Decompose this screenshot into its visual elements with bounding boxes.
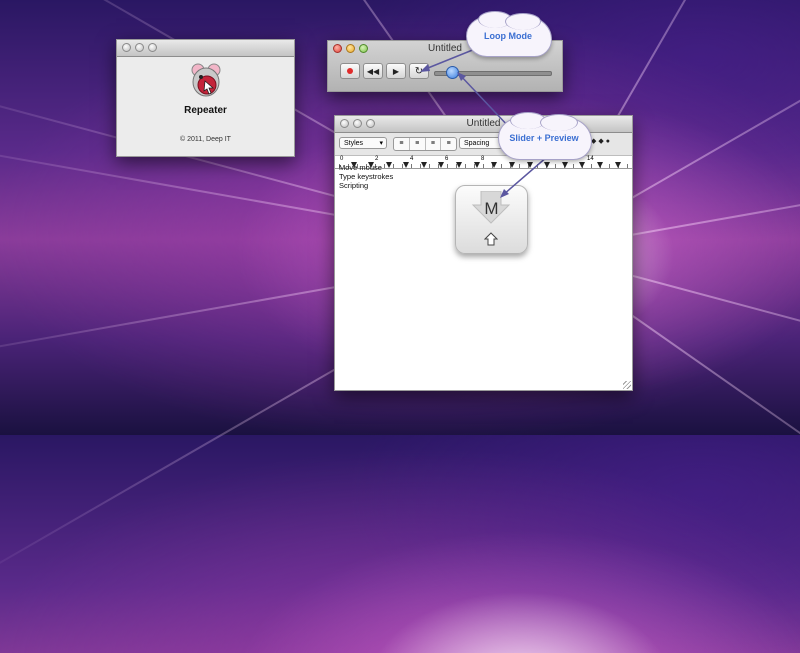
about-window: Repeater © 2011, Deep IT [116,39,295,157]
align-left-icon[interactable]: ≡ [394,138,410,150]
rewind-icon: ◀◀ [366,66,380,76]
ruler-number: 4 [410,156,414,162]
loop-button[interactable]: ↻ [409,63,429,79]
rewind-button[interactable]: ◀◀ [363,63,383,79]
record-button[interactable] [340,63,360,79]
align-justify-icon[interactable]: ≡ [441,138,456,150]
ruler-number: 6 [445,156,449,162]
ruler-number: 8 [481,156,485,162]
styles-dropdown[interactable]: Styles ▾ [339,137,387,149]
text-line: Move mouse [339,163,382,172]
timeline-slider-knob[interactable] [446,66,459,79]
ruler-number: 0 [340,156,344,162]
slider-preview-label: Slider + Preview [509,133,579,143]
loop-icon: ↻ [414,65,424,77]
loop-mode-label: Loop Mode [484,31,532,41]
shift-icon [484,232,498,246]
ruler-number: 14 [587,156,594,162]
align-right-icon[interactable]: ≡ [426,138,442,150]
zoom-button[interactable] [148,43,157,52]
minimize-button[interactable] [135,43,144,52]
key-letter: M [484,199,499,218]
text-line: Type keystrokes [339,172,394,181]
align-center-icon[interactable]: ≡ [410,138,426,150]
resize-grip-icon[interactable] [623,381,631,389]
close-button[interactable] [122,43,131,52]
alignment-group: ≡ ≡ ≡ ≡ [393,137,457,151]
key-preview: M [455,185,528,254]
chevron-down-icon: ▾ [379,140,383,147]
record-icon [347,68,353,74]
play-icon: ▶ [392,66,400,76]
about-titlebar [117,40,294,57]
spacing-label: Spacing [464,140,490,147]
ruler-number: 2 [375,156,379,162]
app-name: Repeater [184,105,227,116]
copyright-text: © 2011, Deep IT [180,136,231,143]
styles-label: Styles [344,140,364,147]
repeater-mouse-icon [191,63,221,97]
play-button[interactable]: ▶ [386,63,406,79]
list-markers-group[interactable]: ◆◆● [591,137,612,145]
